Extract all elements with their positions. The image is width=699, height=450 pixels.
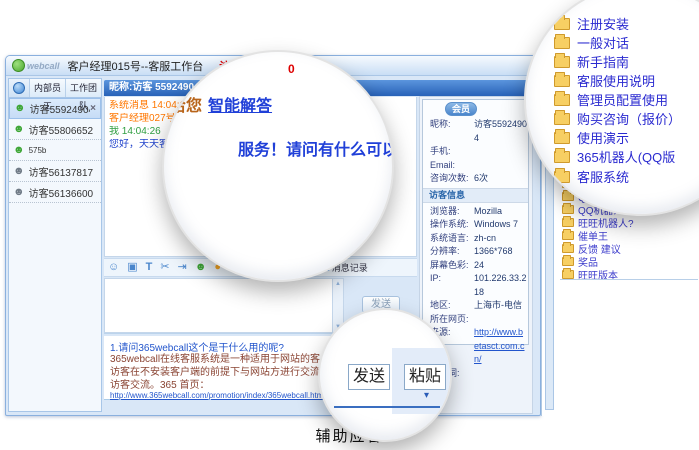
emoticon-icon[interactable]: ☺ [108, 262, 119, 273]
visitor-sidebar: 内部员工 工作团队 ☻ 访客55924904 × ☻ 访客55806652 ☻ … [8, 78, 102, 412]
info-row: 系统语言:zh-cn [423, 232, 528, 246]
magnified-tree-item[interactable]: 管理员配置使用 [554, 90, 668, 109]
visitor-offline-icon: ☻ [13, 187, 25, 198]
folder-icon [562, 218, 574, 227]
folder-icon [554, 113, 570, 125]
magnified-tree-item[interactable]: 客服系统 [554, 167, 629, 186]
app-logo-icon [12, 59, 25, 72]
info-row: 分辨率:1366*768 [423, 245, 528, 259]
magnified-tree-item[interactable]: 购买咨询（报价） [554, 109, 681, 128]
visitor-list-item[interactable]: ☻ 访客55924904 × [9, 98, 101, 119]
visitor-name: 访客56136600 [29, 185, 97, 200]
visitor-info-panel: 会员 昵称:访客55924904 手机: Email: 咨询次数:6次 访客信息… [422, 99, 529, 345]
info-row: 操作系统:Windows 7 [423, 218, 528, 232]
scroll-up-icon[interactable]: ▲ [333, 280, 343, 288]
visitor-info-section-header: 访客信息 [423, 188, 528, 203]
member-badge[interactable]: 会员 [445, 102, 477, 116]
status-tab[interactable] [9, 79, 29, 97]
info-row: 咨询次数:6次 [423, 172, 528, 186]
scissors-icon[interactable]: ✂ [160, 262, 169, 273]
screenshot-canvas: webcall 客户经理015号--客服工作台 访客在线数: 4 内部员工 工作… [0, 0, 699, 450]
close-session-icon[interactable]: × [90, 103, 96, 114]
magnified-tree-item[interactable]: 一般对话 [554, 33, 629, 52]
visitor-name: 575b [29, 146, 97, 155]
magnifier-smart-answer: 0 给您智能解答 服务！请问有什么可以 [162, 50, 394, 282]
app-logo-text: webcall [27, 61, 60, 71]
tab-work-team[interactable]: 工作团队 [65, 79, 101, 97]
kb-answer-link[interactable]: http://www.365webcall.com/promotion/inde… [110, 391, 323, 400]
folder-icon [554, 56, 570, 68]
member-online-icon: ☻ [13, 145, 25, 156]
info-row: 浏览器:Mozilla [423, 205, 528, 219]
magnified-tree-item[interactable]: 使用演示 [554, 128, 629, 147]
visitor-list-item[interactable]: ☻ 访客55806652 [9, 119, 101, 140]
folder-icon [562, 205, 574, 214]
message-input[interactable]: ▲ ▼ [104, 278, 344, 333]
folder-icon [562, 257, 574, 266]
visitor-list-item[interactable]: ☻ 访客56136600 [9, 182, 101, 203]
folder-icon [554, 132, 570, 144]
folder-icon [554, 94, 570, 106]
window-title: 客户经理015号--客服工作台 [68, 58, 204, 74]
info-row: 手机: [423, 145, 528, 159]
visitor-offline-icon: ☻ [13, 166, 25, 177]
source-link[interactable]: http://www.betasct.com.cn/ [474, 326, 528, 367]
clock-icon [13, 82, 25, 94]
visitor-name: 访客55806652 [29, 122, 97, 137]
folder-icon [554, 75, 570, 87]
folder-icon [554, 37, 570, 49]
visitor-name: 访客56137817 [29, 164, 97, 179]
chevron-down-icon[interactable]: ▾ [424, 390, 429, 401]
kb-question-link[interactable]: 1.请问365webcall这个是干什么用的呢? [110, 339, 284, 354]
font-icon[interactable]: T [146, 262, 153, 273]
visitor-name: 访客55924904 [30, 101, 91, 116]
info-row: IP:101.226.33.218 [423, 272, 528, 299]
magnified-tree-item[interactable]: 365机器人(QQ版 [554, 147, 675, 166]
info-row: 地区:上海市-电信 [423, 299, 528, 313]
folder-icon [554, 18, 570, 30]
screenshot-icon[interactable]: ▣ [127, 262, 137, 273]
info-row: 屏幕色彩:24 [423, 259, 528, 273]
magnified-message-line: 给您智能解答 [170, 92, 272, 116]
invite-agent-icon[interactable]: ☻ [195, 262, 207, 273]
magnified-message-line: 服务！请问有什么可以 [238, 136, 394, 160]
info-row: 昵称:访客55924904 [423, 118, 528, 145]
sidebar-tabs: 内部员工 工作团队 [9, 79, 101, 98]
folder-icon [562, 270, 574, 279]
divider [334, 406, 440, 408]
smart-answer-link[interactable]: 智能解答 [208, 98, 272, 115]
info-row: 所在网页: [423, 313, 528, 327]
magnifier-send-paste: 发送 粘贴 ▾ [318, 308, 452, 442]
magnified-online-count: 0 [288, 62, 295, 76]
visitor-online-icon: ☻ [13, 124, 25, 135]
folder-icon [562, 244, 574, 253]
magnified-tree-item[interactable]: 新手指南 [554, 52, 629, 71]
visitor-list-item[interactable]: ☻ 访客56137817 [9, 161, 101, 182]
visitor-list-item[interactable]: ☻ 575b [9, 140, 101, 161]
magnified-paste-button[interactable]: 粘贴 [404, 364, 446, 390]
visitor-online-icon: ☻ [14, 103, 26, 114]
folder-icon [554, 151, 570, 163]
folder-icon [554, 171, 570, 183]
magnified-tree-item[interactable]: 客服使用说明 [554, 71, 655, 90]
send-file-icon[interactable]: ⇥ [178, 262, 187, 273]
info-row: Email: [423, 159, 528, 173]
magnified-send-button[interactable]: 发送 [348, 364, 390, 390]
magnified-tree-item[interactable]: 注册安装 [554, 14, 629, 33]
divider [560, 279, 698, 280]
tab-internal-staff[interactable]: 内部员工 [29, 79, 65, 97]
folder-icon [562, 231, 574, 240]
